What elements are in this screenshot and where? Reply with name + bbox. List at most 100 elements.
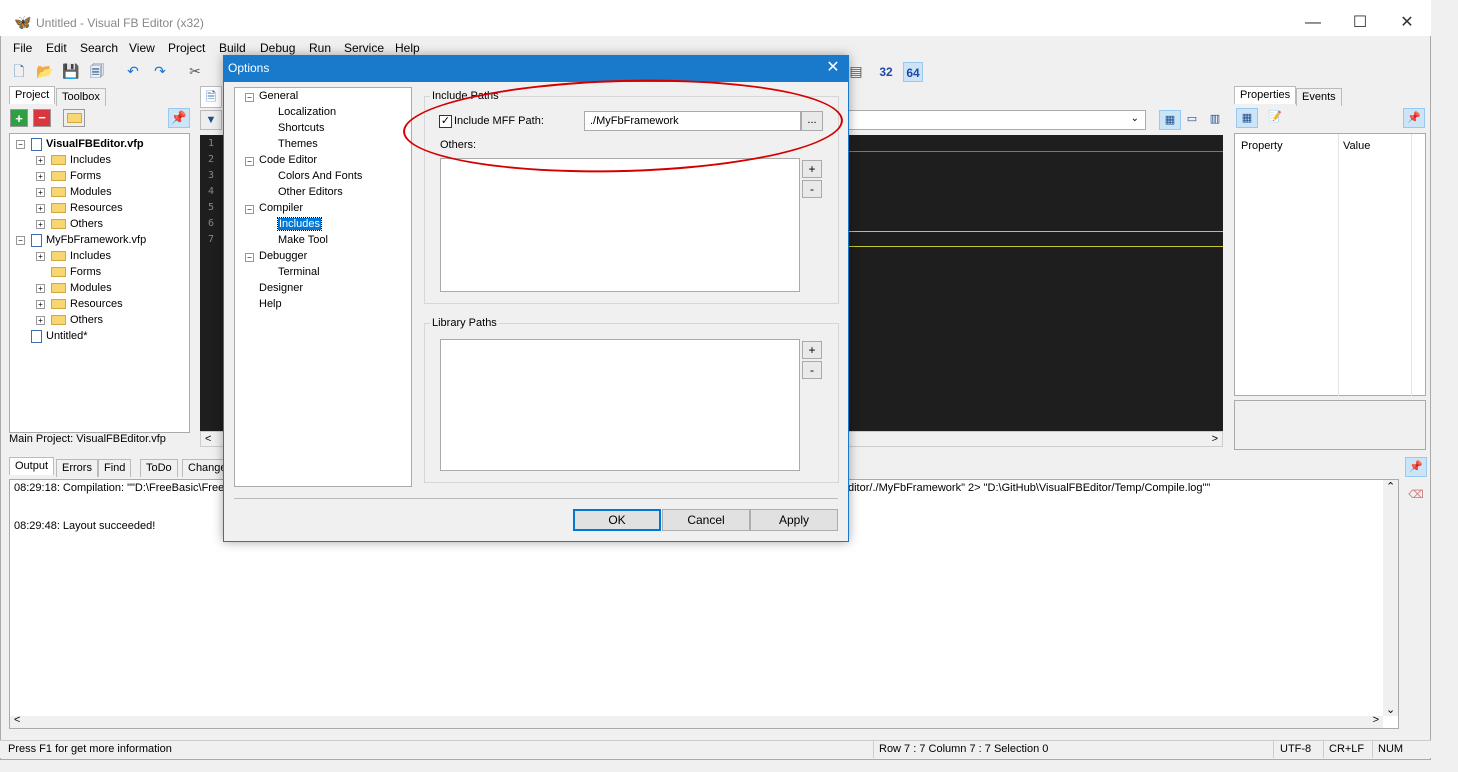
options-tree-item[interactable]: Colors And Fonts	[278, 170, 362, 182]
scroll-left-icon[interactable]: <	[205, 433, 211, 445]
form-view-icon[interactable]: ▭	[1182, 110, 1202, 130]
editor-file-tab-icon[interactable]: 🗎	[200, 86, 222, 108]
menu-file[interactable]: File	[13, 41, 32, 55]
undo-icon[interactable]: ↶	[123, 61, 143, 81]
tab-output[interactable]: Output	[9, 457, 55, 475]
options-tree-item[interactable]: Help	[259, 298, 282, 310]
maximize-button[interactable]: ☐	[1337, 10, 1383, 36]
tree-folder-item[interactable]: + Resources	[36, 200, 123, 216]
output-vertical-scrollbar[interactable]: ⌃ ⌄	[1383, 480, 1398, 716]
output-horizontal-scrollbar[interactable]: < >	[10, 714, 1383, 728]
expander-icon[interactable]: −	[16, 139, 25, 149]
options-tree-item[interactable]: Designer	[259, 282, 303, 294]
save-icon[interactable]: 💾	[61, 61, 81, 81]
expander-icon[interactable]: +	[36, 315, 45, 325]
menu-run[interactable]: Run	[309, 41, 331, 55]
options-tree-item[interactable]: Code Editor	[259, 154, 317, 166]
scroll-right-icon[interactable]: >	[1212, 433, 1218, 445]
options-tree-item[interactable]: Debugger	[259, 250, 307, 262]
menu-debug[interactable]: Debug	[260, 41, 295, 55]
menu-project[interactable]: Project	[168, 41, 205, 55]
pin-icon[interactable]: 📌	[168, 108, 190, 128]
tree-folder-item[interactable]: + Includes	[36, 152, 111, 168]
add-library-path-button[interactable]: +	[802, 341, 822, 359]
options-tree-item[interactable]: Make Tool	[278, 234, 328, 246]
code-view-icon[interactable]: ▦	[1159, 110, 1181, 130]
tree-folder-item[interactable]: + Includes	[36, 248, 111, 264]
expander-icon[interactable]: −	[245, 205, 254, 214]
tree-folder-item[interactable]: + Modules	[36, 280, 112, 296]
tree-folder-item[interactable]: + Forms	[36, 168, 101, 184]
menu-edit[interactable]: Edit	[46, 41, 67, 55]
expander-icon[interactable]: −	[16, 235, 25, 245]
expander-icon[interactable]: +	[36, 251, 45, 261]
close-button[interactable]: ✕	[1384, 10, 1430, 36]
options-tree-item[interactable]: Includes	[277, 217, 322, 231]
menu-view[interactable]: View	[129, 41, 155, 55]
menu-build[interactable]: Build	[219, 41, 246, 55]
remove-include-path-button[interactable]: -	[802, 180, 822, 198]
split-view-icon[interactable]: ▥	[1205, 110, 1225, 130]
tree-folder-item[interactable]: + Resources	[36, 296, 123, 312]
expander-icon[interactable]: +	[36, 155, 45, 165]
tree-folder-item[interactable]: + Others	[36, 312, 103, 328]
remove-library-path-button[interactable]: -	[802, 361, 822, 379]
remove-project-icon[interactable]: −	[33, 109, 51, 127]
redo-icon[interactable]: ↷	[150, 61, 170, 81]
code-member-dropdown[interactable]: ⌄	[848, 110, 1146, 130]
add-include-path-button[interactable]: +	[802, 160, 822, 178]
categorized-icon[interactable]: ▦	[1236, 108, 1258, 128]
scroll-down-icon[interactable]: ⌄	[1386, 703, 1395, 716]
cut-icon[interactable]: ✂	[185, 61, 205, 81]
scroll-up-icon[interactable]: ⌃	[1386, 480, 1395, 493]
minimize-button[interactable]: —	[1290, 10, 1336, 36]
expander-icon[interactable]: −	[245, 253, 254, 262]
expander-icon[interactable]: +	[36, 203, 45, 213]
clear-output-icon[interactable]: ⌫	[1405, 486, 1427, 506]
expander-icon[interactable]: +	[36, 299, 45, 309]
tree-project-item[interactable]: − MyFbFramework.vfp	[16, 232, 146, 248]
add-project-icon[interactable]: +	[10, 109, 28, 127]
expander-icon[interactable]: +	[36, 171, 45, 181]
menu-search[interactable]: Search	[80, 41, 118, 55]
apply-button[interactable]: Apply	[750, 509, 838, 531]
tree-folder-item[interactable]: + Modules	[36, 184, 112, 200]
expander-icon[interactable]: −	[245, 157, 254, 166]
build-64-button[interactable]: 64	[903, 62, 923, 82]
tab-project[interactable]: Project	[9, 86, 56, 104]
save-all-icon[interactable]: 🗐	[87, 61, 107, 81]
project-tree[interactable]: − VisualFBEditor.vfp + Includes + Forms + Modul…	[9, 133, 190, 433]
cancel-button[interactable]: Cancel	[662, 509, 750, 531]
tab-properties[interactable]: Properties	[1234, 86, 1297, 104]
open-folder-icon[interactable]: 📂	[35, 61, 55, 81]
tab-todo[interactable]: ToDo	[140, 459, 178, 477]
tab-events[interactable]: Events	[1296, 88, 1342, 106]
scroll-left-icon[interactable]: <	[14, 714, 20, 726]
expander-icon[interactable]: +	[36, 187, 45, 197]
dialog-close-icon[interactable]: ✕	[822, 58, 844, 78]
options-tree-item[interactable]: General	[259, 90, 298, 102]
tab-errors[interactable]: Errors	[56, 459, 98, 477]
options-tree-item[interactable]: Terminal	[278, 266, 320, 278]
form-icon[interactable]: ▤	[846, 61, 866, 81]
options-tree-item[interactable]: Other Editors	[278, 186, 343, 198]
expander-icon[interactable]: +	[36, 283, 45, 293]
expander-icon[interactable]: +	[36, 219, 45, 229]
include-paths-list[interactable]	[440, 158, 800, 292]
properties-grid[interactable]: Property Value	[1234, 133, 1426, 396]
options-tree-item[interactable]: Shortcuts	[278, 122, 324, 134]
library-paths-list[interactable]	[440, 339, 800, 471]
build-32-button[interactable]: 32	[876, 62, 896, 82]
tree-project-item[interactable]: − VisualFBEditor.vfp	[16, 136, 144, 152]
tab-find[interactable]: Find	[98, 459, 132, 477]
tree-folder-item[interactable]: + Others	[36, 216, 103, 232]
expander-icon[interactable]: −	[245, 93, 254, 102]
project-folder-button[interactable]	[63, 109, 85, 127]
menu-service[interactable]: Service	[344, 41, 384, 55]
dropdown-arrow-icon[interactable]: ▼	[200, 110, 222, 130]
options-tree-item[interactable]: Compiler	[259, 202, 303, 214]
options-tree-item[interactable]: Localization	[278, 106, 336, 118]
pin-output-icon[interactable]: 📌	[1405, 457, 1427, 477]
new-file-icon[interactable]: 🗋	[9, 61, 29, 81]
tab-toolbox[interactable]: Toolbox	[56, 88, 106, 106]
